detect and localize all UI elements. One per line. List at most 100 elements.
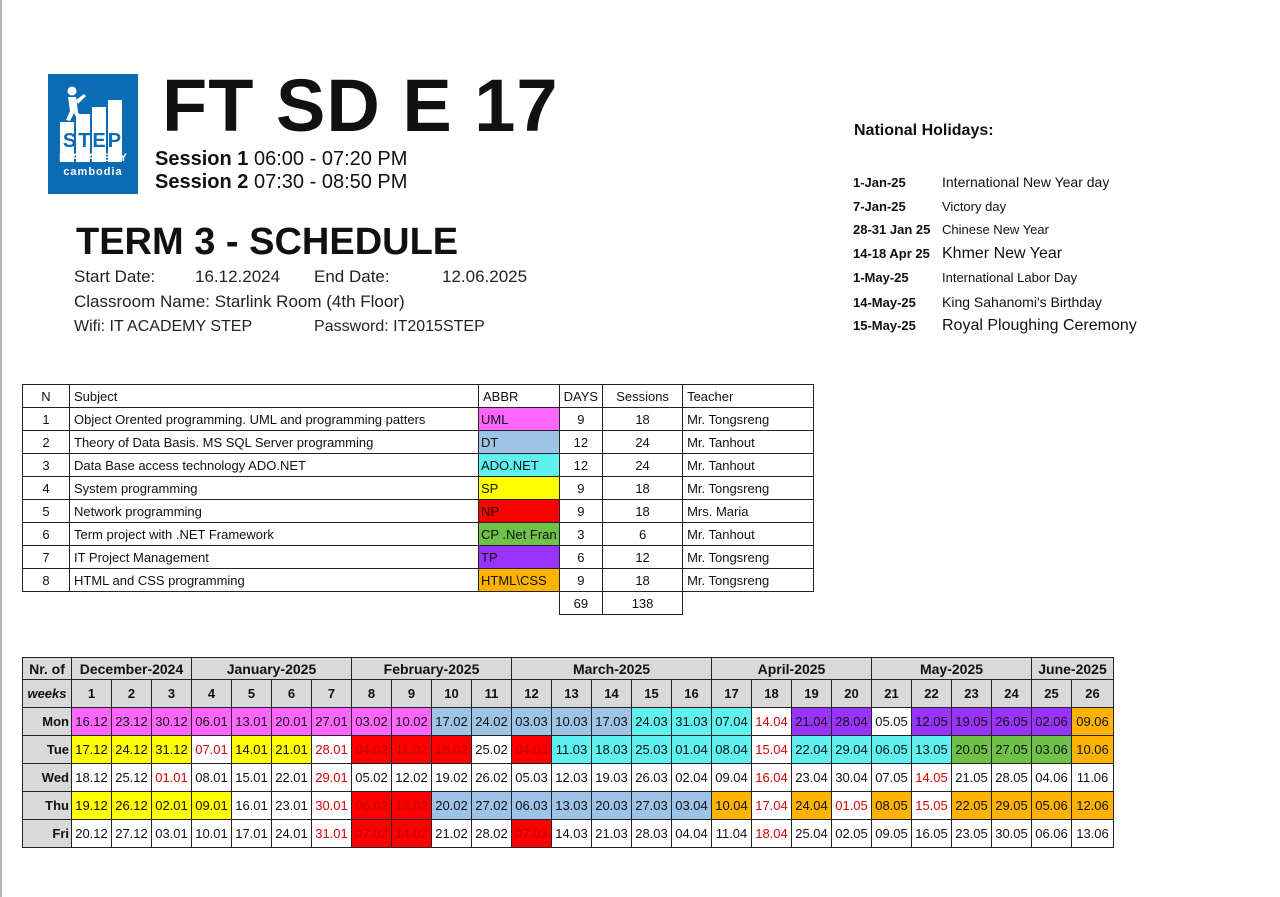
calendar-date-cell: 28.05: [991, 763, 1032, 792]
calendar-date-cell: 06.06: [1031, 819, 1072, 848]
calendar-date-cell: 29.04: [831, 735, 872, 764]
session-1-label: Session 1: [155, 148, 249, 170]
header-days: DAYS: [558, 384, 604, 408]
page-title: FT SD E 17: [162, 64, 559, 147]
blank-cell: [683, 592, 814, 615]
week-number: 24: [991, 679, 1032, 708]
week-number: 6: [271, 679, 312, 708]
subject-teacher: Mr. Tanhout: [682, 430, 815, 454]
calendar-date-cell: 14.05: [911, 763, 952, 792]
calendar-date-cell: 20.05: [951, 735, 992, 764]
wifi-password: Password: IT2015STEP: [314, 318, 485, 335]
blank-cell: [479, 592, 560, 615]
holidays-title: National Holidays:: [854, 122, 994, 139]
subject-teacher: Mrs. Maria: [682, 499, 815, 523]
subject-sessions: 24: [602, 430, 684, 454]
week-number: 13: [551, 679, 592, 708]
week-number: 22: [911, 679, 952, 708]
session-2-time: 07:30 - 08:50 PM: [254, 171, 408, 193]
calendar-date-cell: 27.03: [631, 791, 672, 820]
calendar-date-cell: 11.03: [551, 735, 592, 764]
blank-cell: [70, 592, 479, 615]
subject-sessions: 18: [602, 568, 684, 592]
calendar-date-cell: 21.02: [431, 819, 472, 848]
calendar-month: June-2025: [1031, 657, 1114, 680]
calendar-date-cell: 10.01: [191, 819, 232, 848]
calendar-date-cell: 05.06: [1031, 791, 1072, 820]
calendar-date-cell: 02.06: [1031, 707, 1072, 736]
term-title: TERM 3 - SCHEDULE: [76, 221, 459, 263]
subject-teacher: Mr. Tongsreng: [682, 568, 815, 592]
subject-days: 9: [558, 568, 604, 592]
calendar-date-cell: 12.06: [1071, 791, 1114, 820]
logo-line1: IT ACADEMY: [58, 152, 128, 164]
start-date: 16.12.2024: [195, 267, 281, 286]
calendar-date-cell: 27.01: [311, 707, 352, 736]
calendar-date-cell: 19.05: [951, 707, 992, 736]
holiday-name: Royal Ploughing Ceremony: [942, 317, 1137, 334]
week-number: 19: [791, 679, 832, 708]
calendar-date-cell: 12.03: [551, 763, 592, 792]
week-number: 25: [1031, 679, 1072, 708]
holiday-name: Khmer New Year: [942, 245, 1063, 262]
calendar-date-cell: 12.05: [911, 707, 952, 736]
calendar-date-cell: 30.12: [151, 707, 192, 736]
calendar-day-row: Fri 20.12 27.12 03.01 10.01 17.01 24.01 31.01 07…: [22, 819, 1114, 848]
weekday-label: Mon: [22, 707, 72, 736]
subject-abbr: ADO.NET: [478, 453, 560, 477]
calendar-date-cell: 02.05: [831, 819, 872, 848]
header-n: N: [22, 384, 70, 408]
subject-abbr: UML: [478, 407, 560, 431]
subject-number: 5: [22, 499, 70, 523]
calendar-date-cell: 30.04: [831, 763, 872, 792]
week-number: 23: [951, 679, 992, 708]
calendar-date-cell: 17.02: [431, 707, 472, 736]
holiday-date: 14-18 Apr 25: [853, 246, 930, 261]
calendar-date-cell: 04.03: [511, 735, 552, 764]
calendar-date-cell: 23.01: [271, 791, 312, 820]
weekday-label: Fri: [22, 819, 72, 848]
calendar-date-cell: 16.05: [911, 819, 952, 848]
holiday-name: International New Year day: [942, 174, 1110, 190]
holiday-item: 14-May-25 King Sahanomi's Birthday: [853, 292, 1102, 313]
subject-abbr: DT: [478, 430, 560, 454]
calendar-date-cell: 09.06: [1071, 707, 1114, 736]
subject-row: 2 Theory of Data Basis. MS SQL Server pro…: [22, 430, 815, 454]
holiday-item: 14-18 Apr 25 Khmer New Year: [853, 244, 1062, 264]
holiday-date: 14-May-25: [853, 295, 916, 310]
calendar-date-cell: 07.01: [191, 735, 232, 764]
subjects-header-row: N Subject ABBR DAYS Sessions Teacher: [22, 384, 815, 408]
calendar-date-cell: 13.02: [391, 791, 432, 820]
subject-name: HTML and CSS programming: [69, 568, 479, 592]
session-2: Session 2 07:30 - 08:50 PM: [155, 171, 407, 194]
calendar-date-cell: 07.04: [711, 707, 752, 736]
calendar-date-cell: 27.05: [991, 735, 1032, 764]
week-number: 14: [591, 679, 632, 708]
calendar-date-cell: 15.04: [751, 735, 792, 764]
blank-cell: [23, 592, 70, 615]
calendar-date-cell: 20.01: [271, 707, 312, 736]
calendar-date-cell: 01.01: [151, 763, 192, 792]
subject-name: Object Orented programming. UML and prog…: [69, 407, 479, 431]
subject-number: 3: [22, 453, 70, 477]
calendar-month-row: Nr. of December-2024 January-2025 February-…: [22, 657, 1114, 680]
calendar-date-cell: 23.05: [951, 819, 992, 848]
week-number: 17: [711, 679, 752, 708]
calendar-date-cell: 24.02: [471, 707, 512, 736]
calendar-date-cell: 27.02: [471, 791, 512, 820]
holiday-date: 7-Jan-25: [853, 199, 906, 214]
subject-number: 8: [22, 568, 70, 592]
calendar-date-cell: 04.02: [351, 735, 392, 764]
calendar-date-cell: 29.05: [991, 791, 1032, 820]
calendar-date-cell: 08.01: [191, 763, 232, 792]
calendar-month: January-2025: [191, 657, 352, 680]
calendar-date-cell: 25.04: [791, 819, 832, 848]
week-number: 4: [191, 679, 232, 708]
calendar-day-row: Thu 19.12 26.12 02.01 09.01 16.01 23.01 30.01 06…: [22, 791, 1114, 820]
subject-row: 1 Object Orented programming. UML and pro…: [22, 407, 815, 431]
logo-brand: STEP: [62, 130, 124, 152]
calendar-date-cell: 07.05: [871, 763, 912, 792]
calendar-date-cell: 28.02: [471, 819, 512, 848]
calendar-date-cell: 18.12: [71, 763, 112, 792]
calendar-date-cell: 22.01: [271, 763, 312, 792]
